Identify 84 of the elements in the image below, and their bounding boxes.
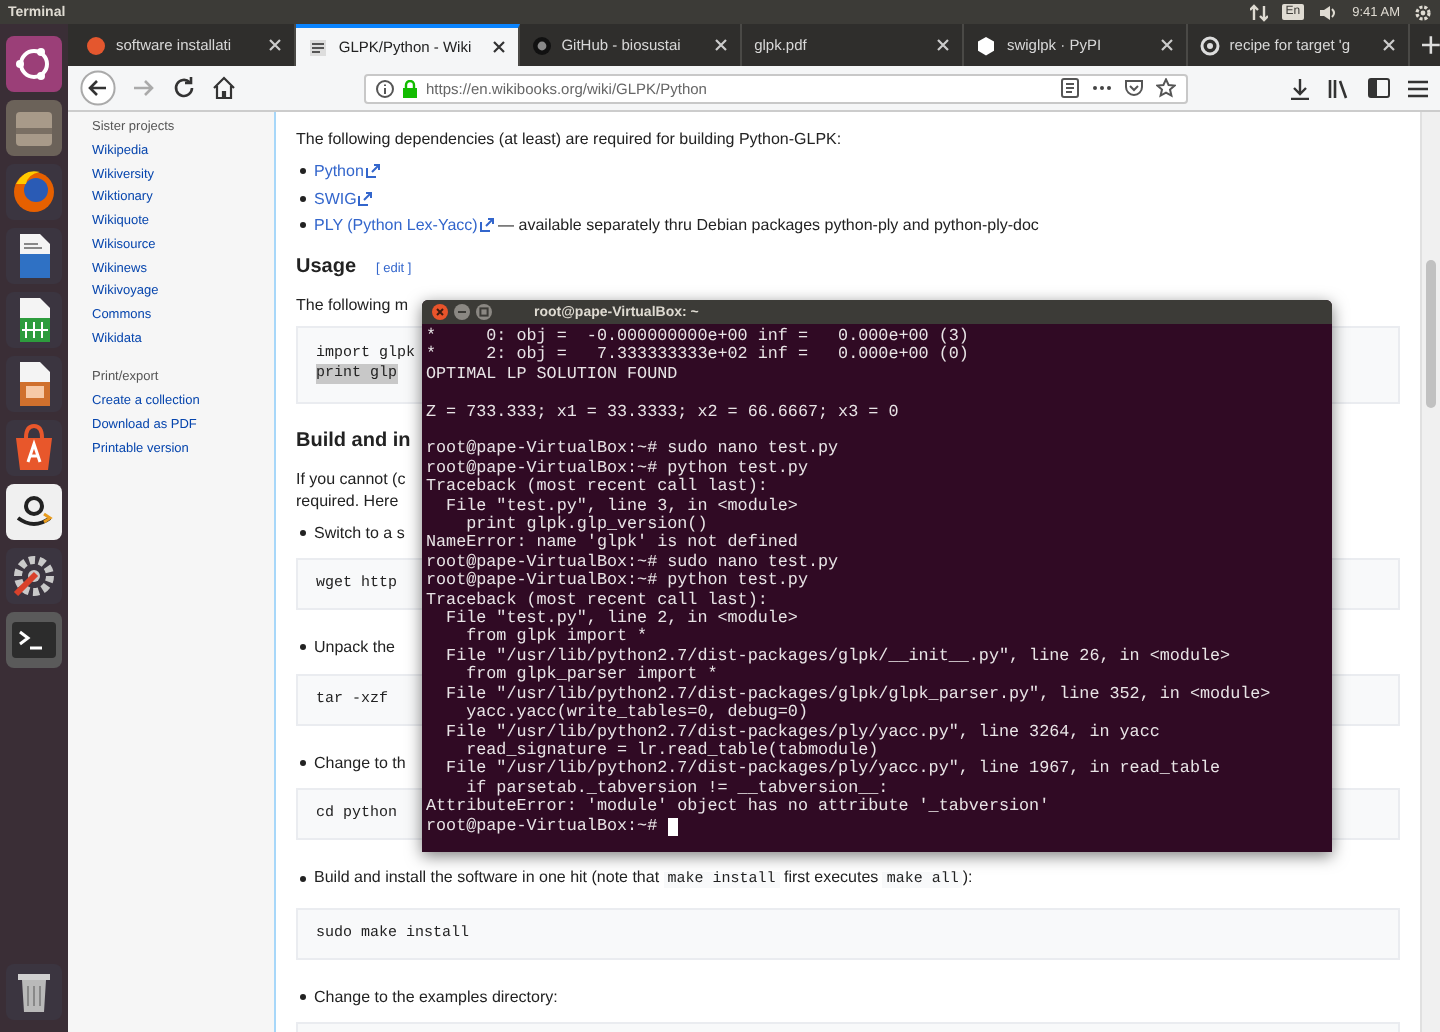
- terminal-line: from glpk_parser import *: [464, 666, 718, 685]
- terminal-line: if parsetab._tabversion != __tabversion__:: [466, 779, 889, 798]
- section-heading: Build and in: [296, 427, 411, 455]
- sidebar-icon[interactable]: [1368, 78, 1390, 98]
- lock-icon[interactable]: [402, 79, 418, 97]
- bullet-icon: [300, 195, 306, 202]
- document-icon[interactable]: [6, 228, 62, 284]
- list-item-text: PLY (Python Lex-Yacc) — available separately thru Debian packages python-ply and python-ply-doc: [314, 212, 1039, 239]
- close-icon[interactable]: [491, 40, 506, 54]
- terminal-line: Traceback (most recent call last):: [426, 591, 768, 610]
- terminal-line: File "/usr/lib/python2.7/dist-packages/ply/yacc.py", line 1967, in read_table: [444, 760, 1221, 779]
- list-item-text: Switch to a s: [314, 521, 405, 545]
- paragraph: The following dependencies (at least) are required for building Python-GLPK:: [296, 128, 842, 150]
- site-icon: [86, 35, 106, 55]
- terminal-line: OPTIMAL LP SOLUTION FOUND: [426, 365, 678, 385]
- presentation-icon[interactable]: [6, 356, 62, 412]
- hexagon-icon: [976, 35, 997, 55]
- bullet-icon: [300, 222, 306, 229]
- terminal-line: from glpk import *: [464, 628, 648, 647]
- link[interactable]: PLY (Python Lex-Yacc): [314, 212, 494, 239]
- bullet-icon: [300, 529, 306, 536]
- bullet-icon: [300, 876, 306, 883]
- paragraph: The following m: [296, 293, 409, 315]
- spreadsheet-icon[interactable]: [6, 292, 62, 348]
- terminal-line: * 2: obj = 7.333333333e+02 inf = 0.000e+00 (0): [426, 346, 969, 366]
- home-icon[interactable]: [212, 76, 236, 100]
- terminal-line: File "test.py", line 3, in <module>: [444, 497, 798, 516]
- scrollbar[interactable]: [1420, 112, 1440, 1032]
- plus-icon[interactable]: [1422, 36, 1440, 54]
- menu-icon[interactable]: [1408, 79, 1428, 97]
- terminal-line: AttributeError: 'module' object has no attribute '_tabversion': [426, 798, 1050, 817]
- bullet-icon: [300, 993, 306, 1000]
- maximize-icon[interactable]: [476, 304, 492, 320]
- external-link-icon: [358, 191, 373, 206]
- external-link-icon: [479, 218, 494, 233]
- globe-icon[interactable]: [6, 164, 62, 220]
- section-heading: Usage: [296, 253, 357, 281]
- terminal-line: NameError: name 'glpk' is not defined: [426, 534, 798, 553]
- link[interactable]: Python: [314, 158, 380, 185]
- external-link-icon: [365, 164, 380, 179]
- site-icon: [531, 35, 552, 55]
- terminal-line: File "test.py", line 2, in <module>: [444, 610, 798, 629]
- terminal-line: root@pape-VirtualBox:~# python test.py: [426, 572, 808, 591]
- speaker-icon[interactable]: [1318, 3, 1339, 21]
- terminal-line: File "/usr/lib/python2.7/dist-packages/glpk/__init__.py", line 26, in <module>: [444, 647, 1231, 666]
- terminal-line: * 0: obj = -0.000000000e+00 inf = 0.000e+00 (3): [426, 328, 969, 346]
- terminal-icon[interactable]: [6, 612, 62, 668]
- list-item-text: Change to th: [314, 751, 406, 776]
- link[interactable]: SWIG: [314, 185, 373, 212]
- terminal-line: yacc.yacc(write_tables=0, debug=0): [464, 704, 808, 723]
- network-icon[interactable]: [1249, 3, 1268, 21]
- library-icon[interactable]: [1328, 77, 1350, 99]
- paragraph: If you cannot (c required. Here: [296, 467, 406, 511]
- info-icon[interactable]: [376, 79, 394, 97]
- terminal-line: Traceback (most recent call last):: [426, 478, 768, 497]
- terminal-line: File "/usr/lib/python2.7/dist-packages/glpk/glpk_parser.py", line 352, in <module>: [444, 685, 1271, 704]
- terminal-line: root@pape-VirtualBox:~# python test.py: [426, 459, 808, 478]
- terminal-line: root@pape-VirtualBox:~#: [426, 817, 658, 836]
- list-item-text: Unpack the: [314, 636, 395, 660]
- terminal-line: File "/usr/lib/python2.7/dist-packages/ply/yacc.py", line 3264, in yacc: [444, 723, 1160, 741]
- bullet-icon: [300, 644, 306, 651]
- terminal-line: root@pape-VirtualBox:~# sudo nano test.py: [426, 440, 839, 459]
- terminal-line: root@pape-VirtualBox:~# sudo nano test.py: [426, 553, 839, 572]
- terminal-line: print glpk.glp_version(): [464, 516, 708, 535]
- ring-icon: [1199, 35, 1220, 55]
- terminal-line: read_signature = lr.read_table(tabmodule): [466, 741, 879, 760]
- star-icon[interactable]: [1156, 78, 1176, 98]
- dash-icon[interactable]: [6, 36, 62, 92]
- minimize-icon[interactable]: [454, 304, 470, 320]
- trash-icon[interactable]: [6, 964, 62, 1020]
- gear-icon[interactable]: [6, 548, 62, 604]
- reload-icon[interactable]: [172, 76, 196, 100]
- terminal-line: Z = 733.333; x1 = 33.3333; x2 = 66.6667; x3 = 0: [426, 403, 899, 423]
- bag-icon[interactable]: [6, 420, 62, 476]
- back-icon[interactable]: [80, 70, 116, 106]
- bullet-icon: [300, 759, 306, 766]
- scrollbar-thumb[interactable]: [1426, 260, 1436, 408]
- bullet-icon: [300, 168, 306, 175]
- gear-icon[interactable]: [1414, 3, 1432, 21]
- pocket-icon[interactable]: [1124, 78, 1144, 98]
- reader-view-icon[interactable]: [1060, 78, 1080, 98]
- book-icon: [308, 37, 329, 57]
- list-item-text: Change to the examples directory:: [314, 985, 558, 1010]
- download-icon[interactable]: [1290, 77, 1310, 99]
